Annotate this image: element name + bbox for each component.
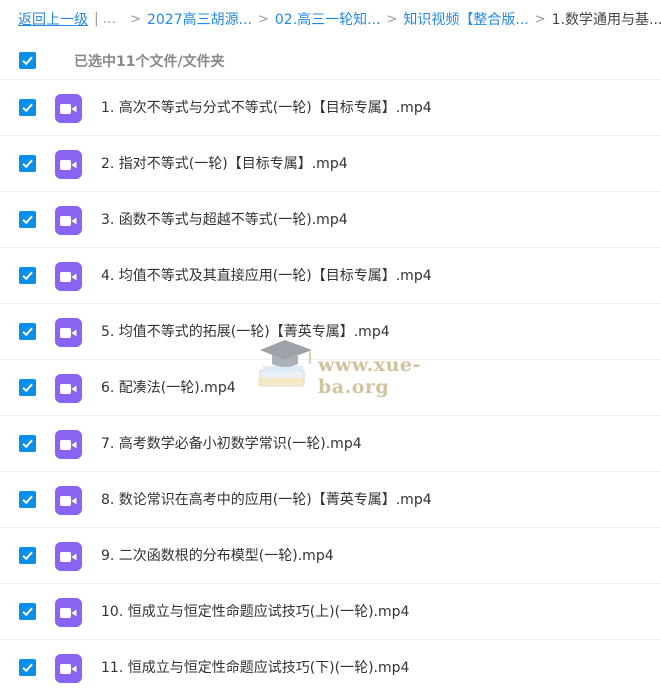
file-name: 4. 均值不等式及其直接应用(一轮)【目标专属】.mp4 [101,268,432,284]
file-row[interactable]: 4. 均值不等式及其直接应用(一轮)【目标专属】.mp4 [0,248,661,304]
video-file-icon [55,150,82,179]
file-list: 1. 高次不等式与分式不等式(一轮)【目标专属】.mp4 2. 指对不等式(一轮)… [0,80,661,689]
video-file-icon [55,374,82,403]
checkmark-icon [22,383,33,393]
camera-icon [60,271,77,282]
file-row[interactable]: 7. 高考数学必备小初数学常识(一轮).mp4 [0,416,661,472]
file-row[interactable]: 5. 均值不等式的拓展(一轮)【菁英专属】.mp4 [0,304,661,360]
file-checkbox[interactable] [19,547,36,564]
file-name: 10. 恒成立与恒定性命题应试技巧(上)(一轮).mp4 [101,604,410,620]
breadcrumb: 返回上一级 | ... > 2027高三胡源... > 02.高三一轮知... … [0,0,661,38]
file-checkbox[interactable] [19,379,36,396]
checkmark-icon [22,551,33,561]
camera-icon [60,551,77,562]
checkmark-icon [22,56,33,66]
file-row[interactable]: 2. 指对不等式(一轮)【目标专属】.mp4 [0,136,661,192]
checkmark-icon [22,439,33,449]
file-name: 7. 高考数学必备小初数学常识(一轮).mp4 [101,436,362,452]
breadcrumb-current: 1.数学通用与基... [551,12,661,28]
file-name: 9. 二次函数根的分布模型(一轮).mp4 [101,548,334,564]
chevron-right-icon: > [257,11,269,27]
breadcrumb-item[interactable]: 2027高三胡源... [147,9,252,29]
video-file-icon [55,542,82,571]
file-checkbox[interactable] [19,323,36,340]
file-checkbox[interactable] [19,99,36,116]
chevron-right-icon: > [130,11,141,27]
file-row[interactable]: 3. 函数不等式与超越不等式(一轮).mp4 [0,192,661,248]
camera-icon [60,607,77,618]
selection-count-label: 已选中11个文件/文件夹 [74,54,225,70]
file-checkbox[interactable] [19,155,36,172]
breadcrumb-item[interactable]: 02.高三一轮知... [275,9,381,29]
file-checkbox[interactable] [19,603,36,620]
checkmark-icon [22,495,33,505]
video-file-icon [55,430,82,459]
camera-icon [60,103,77,114]
file-checkbox[interactable] [19,435,36,452]
file-row[interactable]: 11. 恒成立与恒定性命题应试技巧(下)(一轮).mp4 [0,640,661,689]
camera-icon [60,215,77,226]
back-link[interactable]: 返回上一级 [18,9,88,29]
file-row[interactable]: 9. 二次函数根的分布模型(一轮).mp4 [0,528,661,584]
video-file-icon [55,94,82,123]
checkmark-icon [22,327,33,337]
checkmark-icon [22,271,33,281]
breadcrumb-ellipsis: ... [102,11,117,27]
checkmark-icon [22,159,33,169]
file-name: 3. 函数不等式与超越不等式(一轮).mp4 [101,212,348,228]
file-name: 2. 指对不等式(一轮)【目标专属】.mp4 [101,156,348,172]
file-name: 5. 均值不等式的拓展(一轮)【菁英专属】.mp4 [101,324,390,340]
video-file-icon [55,262,82,291]
file-name: 11. 恒成立与恒定性命题应试技巧(下)(一轮).mp4 [101,660,410,676]
camera-icon [60,327,77,338]
selection-bar: 已选中11个文件/文件夹 [0,40,661,80]
file-row[interactable]: 1. 高次不等式与分式不等式(一轮)【目标专属】.mp4 [0,80,661,136]
breadcrumb-separator: | [94,11,99,27]
camera-icon [60,439,77,450]
chevron-right-icon: > [534,11,546,27]
breadcrumb-item[interactable]: 知识视频【整合版... [403,9,528,29]
checkmark-icon [22,103,33,113]
file-row[interactable]: 8. 数论常识在高考中的应用(一轮)【菁英专属】.mp4 [0,472,661,528]
file-row[interactable]: 10. 恒成立与恒定性命题应试技巧(上)(一轮).mp4 [0,584,661,640]
select-all-checkbox[interactable] [19,52,36,69]
checkmark-icon [22,607,33,617]
file-checkbox[interactable] [19,211,36,228]
file-name: 1. 高次不等式与分式不等式(一轮)【目标专属】.mp4 [101,100,432,116]
camera-icon [60,159,77,170]
video-file-icon [55,318,82,347]
video-file-icon [55,206,82,235]
video-file-icon [55,486,82,515]
camera-icon [60,383,77,394]
camera-icon [60,495,77,506]
camera-icon [60,663,77,674]
file-checkbox[interactable] [19,491,36,508]
checkmark-icon [22,663,33,673]
file-checkbox[interactable] [19,659,36,676]
file-row[interactable]: 6. 配凑法(一轮).mp4 [0,360,661,416]
video-file-icon [55,598,82,627]
file-name: 8. 数论常识在高考中的应用(一轮)【菁英专属】.mp4 [101,492,432,508]
checkmark-icon [22,215,33,225]
video-file-icon [55,654,82,683]
file-checkbox[interactable] [19,267,36,284]
file-name: 6. 配凑法(一轮).mp4 [101,380,236,396]
chevron-right-icon: > [386,11,398,27]
